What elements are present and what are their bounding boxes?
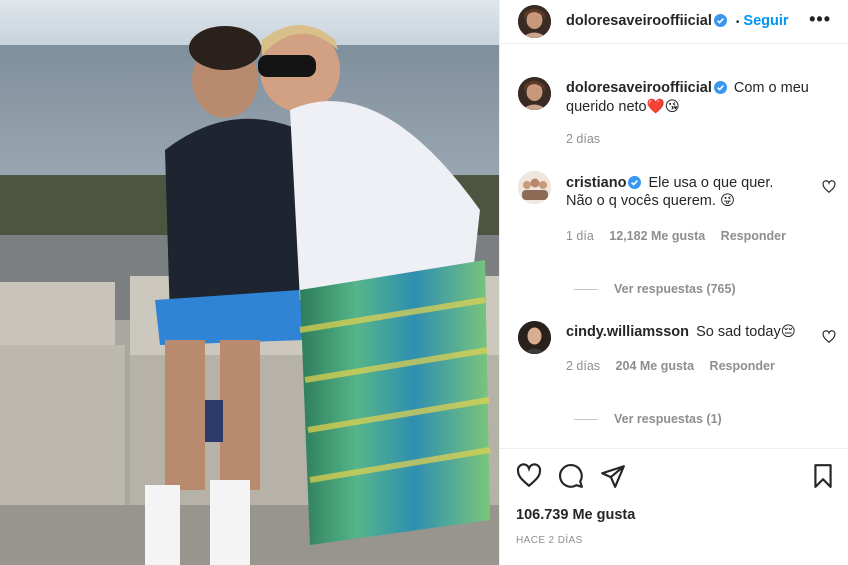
header-separator: • <box>735 17 740 28</box>
comment-body: cristiano Ele usa o que quer. <box>566 174 773 193</box>
comment-time[interactable]: 1 día <box>566 229 594 243</box>
post-side-panel: doloresaveirooffiicial • Seguir ••• dolor… <box>499 0 848 565</box>
post-photo[interactable] <box>0 0 499 565</box>
caption-avatar[interactable] <box>518 77 551 110</box>
replies-divider <box>574 289 598 291</box>
view-replies-label: Ver respuestas (1) <box>614 412 722 426</box>
comment-username[interactable]: cristiano <box>566 175 626 191</box>
view-replies-button[interactable]: Ver respuestas (765) <box>574 282 736 296</box>
comment-icon[interactable] <box>558 463 584 489</box>
instagram-post: doloresaveirooffiicial • Seguir ••• dolor… <box>0 0 848 565</box>
follow-button[interactable]: Seguir <box>743 13 788 29</box>
posted-ago[interactable]: HACE 2 DÍAS <box>516 535 583 546</box>
post-actions: 106.739 Me gusta HACE 2 DÍAS <box>500 448 848 565</box>
caption: doloresaveirooffiicial Com o meu <box>566 79 809 98</box>
comment-likes[interactable]: 204 Me gusta <box>616 359 695 373</box>
reply-button[interactable]: Responder <box>721 229 786 243</box>
caption-time[interactable]: 2 días <box>566 132 600 146</box>
comment-meta: 1 día 12,182 Me gusta Responder <box>566 229 786 243</box>
comment-likes[interactable]: 12,182 Me gusta <box>609 229 705 243</box>
caption-text-line2: querido neto❤️😘 <box>566 99 680 115</box>
heart-icon[interactable] <box>516 463 542 489</box>
verified-badge-icon <box>713 14 727 27</box>
post-header: doloresaveirooffiicial • Seguir ••• <box>500 0 848 44</box>
author-username[interactable]: doloresaveirooffiicial <box>566 13 712 29</box>
reply-button[interactable]: Responder <box>710 359 775 373</box>
send-icon[interactable] <box>600 463 626 489</box>
comment-username[interactable]: cindy.williamsson <box>566 324 689 340</box>
comment-like-heart-icon[interactable] <box>822 180 836 194</box>
comment-meta: 2 días 204 Me gusta Responder <box>566 359 775 373</box>
comment-text-line1: Ele usa o que quer. <box>648 175 774 191</box>
bookmark-icon[interactable] <box>810 463 836 489</box>
caption-text-line1: Com o meu <box>733 80 809 96</box>
comment-text-line1: So sad today😔 <box>696 324 796 340</box>
comment-like-heart-icon[interactable] <box>822 330 836 344</box>
caption-username[interactable]: doloresaveirooffiicial <box>566 80 712 96</box>
comment-time[interactable]: 2 días <box>566 359 600 373</box>
verified-badge-icon <box>628 176 642 189</box>
comment-body: cindy.williamsson So sad today😔 <box>566 323 796 342</box>
verified-badge-icon <box>713 81 727 94</box>
comment-avatar[interactable] <box>518 171 551 204</box>
view-replies-label: Ver respuestas (765) <box>614 282 736 296</box>
post-photo-illustration <box>0 0 499 565</box>
comment-avatar[interactable] <box>518 321 551 354</box>
view-replies-button[interactable]: Ver respuestas (1) <box>574 412 722 426</box>
replies-divider <box>574 419 598 421</box>
more-horizontal-icon[interactable]: ••• <box>809 10 831 28</box>
comment-text-line2: Não o q vocês querem. 😜 <box>566 193 736 209</box>
likes-count[interactable]: 106.739 Me gusta <box>516 507 635 523</box>
author-avatar[interactable] <box>518 5 551 38</box>
